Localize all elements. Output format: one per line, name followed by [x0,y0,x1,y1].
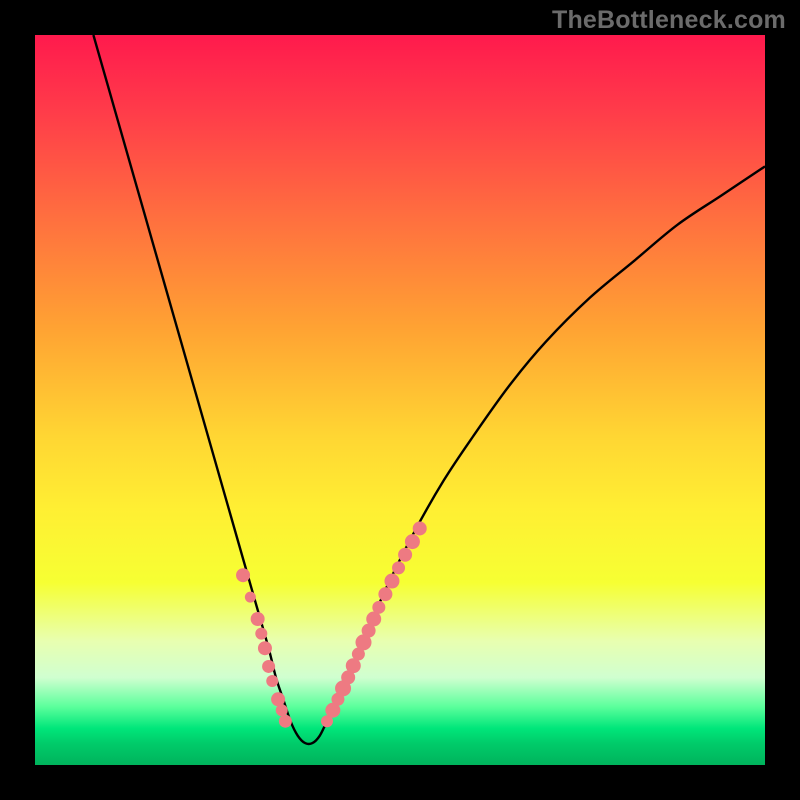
bottleneck-curve [93,35,765,744]
data-marker [372,601,385,614]
data-marker [236,568,250,582]
watermark-label: TheBottleneck.com [552,6,786,35]
data-marker [276,704,288,716]
data-marker [392,561,405,574]
chart-frame: TheBottleneck.com [0,0,800,800]
data-marker [279,715,292,728]
data-marker [266,675,278,687]
data-marker [378,587,392,601]
data-marker [262,660,275,673]
data-marker [251,612,265,626]
chart-overlay [35,35,765,765]
data-marker [413,521,427,535]
marker-cluster-right [321,521,427,727]
data-marker [271,692,285,706]
data-marker [245,592,256,603]
data-marker [398,548,412,562]
data-marker [405,534,420,549]
data-marker [258,641,272,655]
data-marker [384,574,399,589]
data-marker [255,628,267,640]
